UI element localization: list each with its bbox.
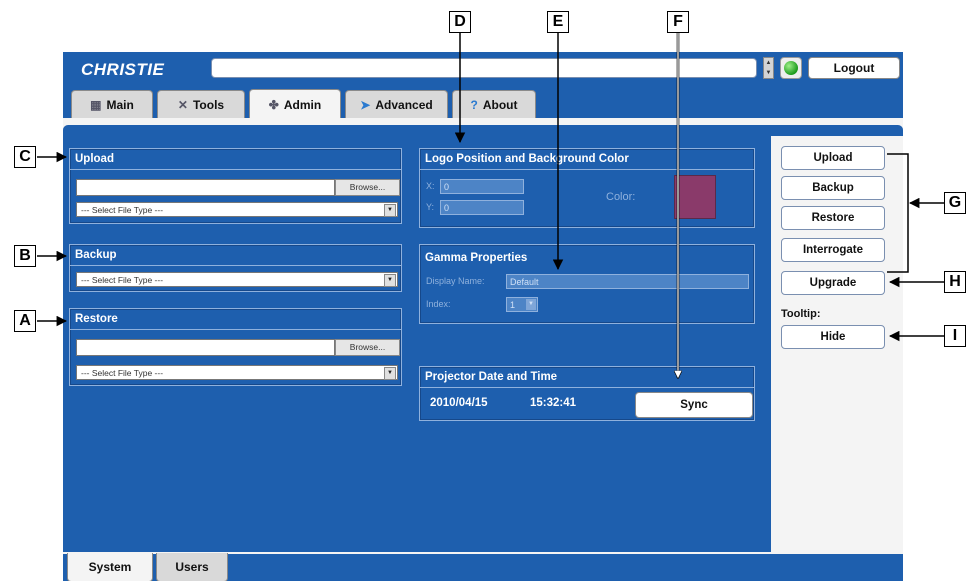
color-label: Color: xyxy=(606,191,636,203)
sync-button[interactable]: Sync xyxy=(635,392,753,418)
restore-panel: Restore Browse... --- Select File Type -… xyxy=(69,308,402,386)
tools-icon: ✕ xyxy=(177,97,188,112)
upload-button[interactable]: Upload xyxy=(781,146,885,170)
tab-tools[interactable]: ✕ Tools xyxy=(157,90,245,118)
tab-about[interactable]: ? About xyxy=(452,90,536,118)
restore-browse-button[interactable]: Browse... xyxy=(335,339,400,356)
restore-file-type-select[interactable]: --- Select File Type --- ▼ xyxy=(76,365,398,380)
callout-h: H xyxy=(944,271,966,293)
tab-admin[interactable]: ✤ Admin xyxy=(249,89,341,119)
projector-time: 15:32:41 xyxy=(530,397,577,409)
advanced-icon: ➤ xyxy=(360,97,371,112)
projector-date: 2010/04/15 xyxy=(430,397,488,409)
backup-title: Backup xyxy=(70,245,401,266)
callout-f: F xyxy=(667,11,689,33)
callout-b: B xyxy=(14,245,36,267)
display-name-label: Display Name: xyxy=(426,276,485,286)
restore-button[interactable]: Restore xyxy=(781,206,885,230)
tooltip-label: Tooltip: xyxy=(781,308,821,320)
upgrade-button[interactable]: Upgrade xyxy=(781,271,885,295)
projector-datetime-panel: Projector Date and Time 2010/04/15 15:32… xyxy=(419,366,755,421)
hide-tooltip-button[interactable]: Hide xyxy=(781,325,885,349)
logo-position-panel: Logo Position and Background Color X: 0 … xyxy=(419,148,755,228)
backup-panel: Backup --- Select File Type --- ▼ xyxy=(69,244,402,292)
upload-file-type-select[interactable]: --- Select File Type --- ▼ xyxy=(76,202,398,217)
upload-title: Upload xyxy=(70,149,401,170)
interrogate-button[interactable]: Interrogate xyxy=(781,238,885,262)
gamma-properties-panel: Gamma Properties Display Name: Default I… xyxy=(419,244,755,324)
scroll-spinner[interactable]: ▲ ▼ xyxy=(763,57,774,79)
chevron-down-icon: ▼ xyxy=(384,274,396,287)
callout-c: C xyxy=(14,146,36,168)
callout-g: G xyxy=(944,192,966,214)
index-select[interactable]: 1 ▼ xyxy=(506,297,538,312)
bottom-tab-strip: System Users xyxy=(63,552,903,581)
christie-logo: CHRISTIE xyxy=(81,60,165,79)
y-label: Y: xyxy=(426,202,435,212)
x-input[interactable]: 0 xyxy=(440,179,524,194)
callout-i: I xyxy=(944,325,966,347)
tab-advanced[interactable]: ➤ Advanced xyxy=(345,90,448,118)
restore-file-input[interactable] xyxy=(76,339,335,356)
backup-button[interactable]: Backup xyxy=(781,176,885,200)
tab-system[interactable]: System xyxy=(67,553,153,581)
chevron-down-icon: ▼ xyxy=(526,299,536,310)
logout-button[interactable]: Logout xyxy=(808,57,900,79)
x-label: X: xyxy=(426,181,435,191)
upload-file-input[interactable] xyxy=(76,179,335,196)
tab-content-band xyxy=(63,118,903,130)
callout-d: D xyxy=(449,11,471,33)
restore-title: Restore xyxy=(70,309,401,330)
top-bar: CHRISTIE ▲ ▼ Logout xyxy=(63,52,903,84)
color-swatch[interactable] xyxy=(674,175,716,219)
action-column: Upload Backup Restore Interrogate Upgrad… xyxy=(771,136,903,552)
y-input[interactable]: 0 xyxy=(440,200,524,215)
main-icon: ▦ xyxy=(90,97,102,112)
upload-browse-button[interactable]: Browse... xyxy=(335,179,400,196)
display-name-input[interactable]: Default xyxy=(506,274,749,289)
chevron-down-icon: ▼ xyxy=(384,367,396,380)
app-window: CHRISTIE ▲ ▼ Logout ▦ Main ✕ Tools ✤ Admin ➤… xyxy=(63,52,903,581)
tab-users[interactable]: Users xyxy=(156,553,228,581)
gamma-title: Gamma Properties xyxy=(425,252,528,264)
admin-icon: ✤ xyxy=(268,97,279,112)
datetime-title: Projector Date and Time xyxy=(420,367,754,388)
chevron-down-icon: ▼ xyxy=(384,204,396,217)
upload-panel: Upload Browse... --- Select File Type --… xyxy=(69,148,402,224)
callout-a: A xyxy=(14,310,36,332)
backup-file-type-select[interactable]: --- Select File Type --- ▼ xyxy=(76,272,398,287)
logo-position-title: Logo Position and Background Color xyxy=(420,149,754,170)
connection-status-icon xyxy=(780,57,802,79)
tab-main[interactable]: ▦ Main xyxy=(71,90,153,118)
callout-e: E xyxy=(547,11,569,33)
index-label: Index: xyxy=(426,299,451,309)
about-icon: ? xyxy=(470,97,478,112)
url-field[interactable] xyxy=(211,58,757,78)
